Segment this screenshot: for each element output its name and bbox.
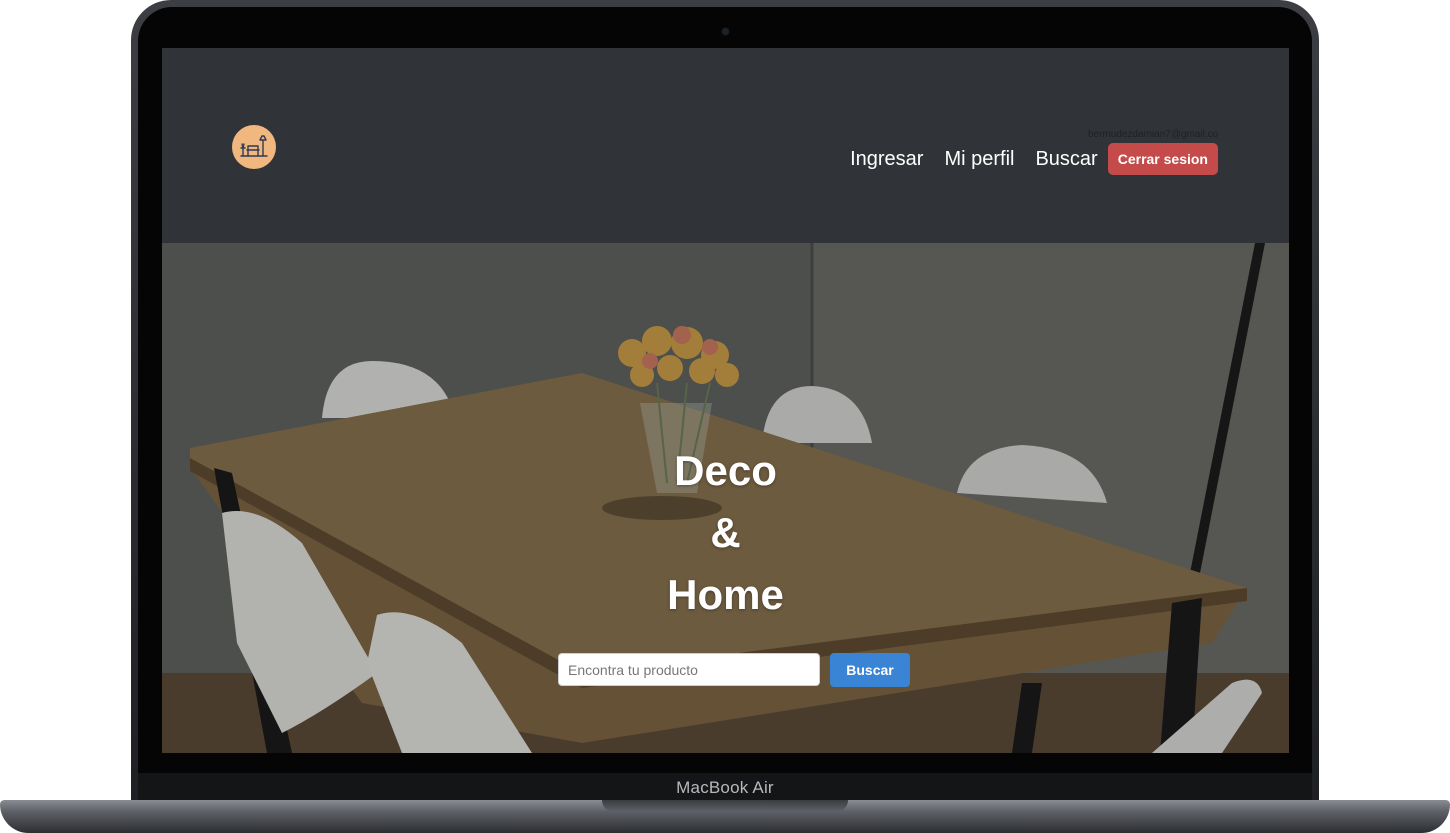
hero-title-line-1: Deco	[674, 447, 777, 494]
nav-link-ingresar[interactable]: Ingresar	[850, 148, 923, 171]
nav-link-mi-perfil[interactable]: Mi perfil	[944, 148, 1014, 171]
hero-title-line-2: &	[710, 509, 741, 556]
user-email: bermudezdamian7@gmail.com	[1088, 129, 1218, 140]
nav-links: Ingresar Mi perfil Buscar Cerrar sesion	[850, 143, 1218, 175]
device-model-label: MacBook Air	[676, 778, 774, 797]
browser-viewport: bermudezdamian7@gmail.com Ingresar Mi pe…	[162, 48, 1289, 753]
laptop-chin: MacBook Air	[138, 773, 1312, 803]
search-button[interactable]: Buscar	[830, 653, 910, 687]
furniture-logo-icon[interactable]	[232, 125, 276, 169]
hero-title-line-3: Home	[667, 571, 784, 618]
product-search-input[interactable]	[558, 653, 820, 686]
hero-section: Deco & Home Buscar	[162, 243, 1289, 753]
webcam	[722, 28, 729, 35]
nav-link-buscar[interactable]: Buscar	[1035, 148, 1097, 171]
navbar: bermudezdamian7@gmail.com Ingresar Mi pe…	[162, 48, 1289, 243]
logout-button[interactable]: Cerrar sesion	[1107, 143, 1218, 175]
laptop-hinge-notch	[602, 800, 848, 812]
